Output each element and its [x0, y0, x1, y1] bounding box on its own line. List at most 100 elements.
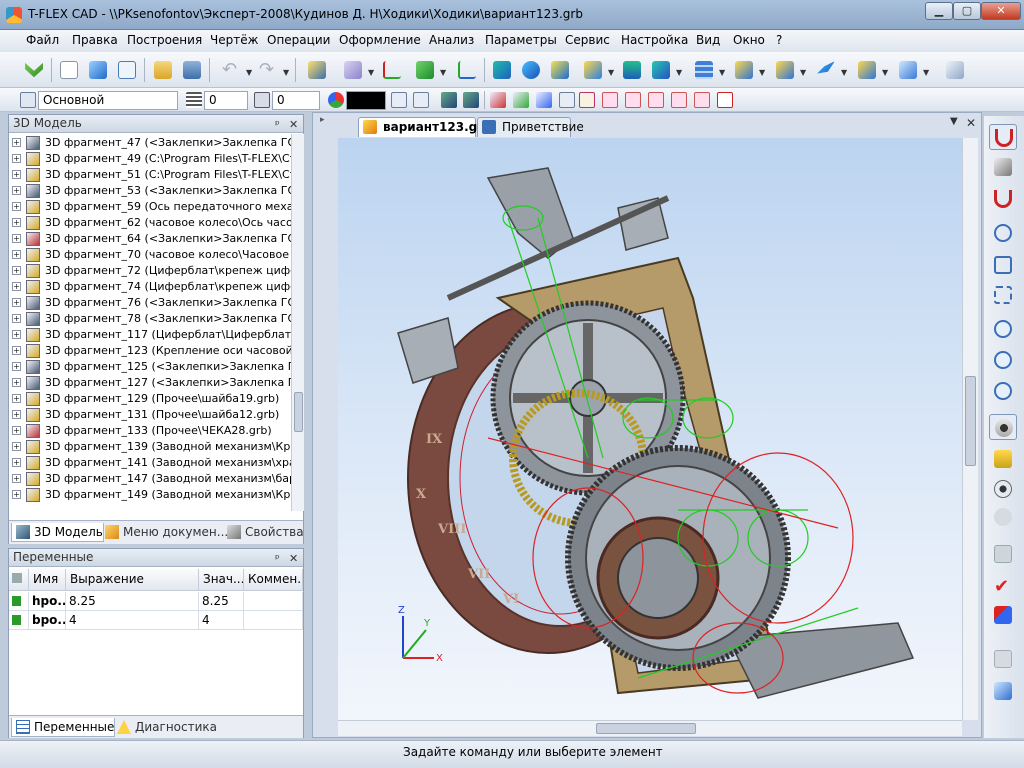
select-operation-icon[interactable]	[579, 92, 595, 108]
tab-diagnostics[interactable]: Диагностика	[113, 718, 217, 737]
menu-view[interactable]: Вид	[696, 33, 720, 47]
pin-icon[interactable]: ᵖ	[275, 550, 280, 567]
panel-close-icon[interactable]: ✕	[289, 550, 298, 567]
select-face-icon[interactable]	[536, 92, 552, 108]
select-body-icon[interactable]	[559, 92, 575, 108]
fit-all-button[interactable]	[989, 252, 1017, 278]
expand-plus-icon[interactable]: +	[12, 282, 21, 291]
tab-variables[interactable]: Переменные	[11, 718, 116, 737]
menu-parameters[interactable]: Параметры	[485, 33, 557, 47]
tree-scrollbar[interactable]	[291, 134, 304, 511]
sheet-metal-dropdown-icon[interactable]: ▼	[923, 68, 929, 77]
filter-icon[interactable]	[391, 92, 407, 108]
expand-plus-icon[interactable]: +	[12, 426, 21, 435]
loft-button[interactable]	[548, 58, 572, 82]
select-all-icon[interactable]	[717, 92, 733, 108]
extrude-button[interactable]	[490, 58, 514, 82]
select-loop-icon[interactable]	[625, 92, 641, 108]
select-solid-icon[interactable]	[671, 92, 687, 108]
shell-button[interactable]	[773, 58, 797, 82]
expand-plus-icon[interactable]: +	[12, 442, 21, 451]
expand-plus-icon[interactable]: +	[12, 362, 21, 371]
fillet-dropdown-icon[interactable]: ▼	[676, 68, 682, 77]
tabs-scroll-icon[interactable]: ▸	[320, 115, 325, 125]
redo-dropdown-icon[interactable]: ▼	[283, 68, 289, 77]
check-model-button[interactable]	[989, 602, 1017, 628]
expand-plus-icon[interactable]: +	[12, 394, 21, 403]
undo-dropdown-icon[interactable]: ▼	[246, 68, 252, 77]
array-button[interactable]	[692, 58, 716, 82]
layer-select[interactable]: Основной	[38, 91, 178, 110]
snap-magnet-button[interactable]	[989, 124, 1017, 150]
select-vertex-icon[interactable]	[490, 92, 506, 108]
tab-welcome[interactable]: Приветствие	[477, 117, 584, 137]
menu-file[interactable]: Файл	[26, 33, 59, 47]
fillet-button[interactable]	[649, 58, 673, 82]
var-comment[interactable]	[244, 592, 303, 611]
var-expression[interactable]: 8.25	[66, 592, 199, 611]
menu-service[interactable]: Сервис	[565, 33, 610, 47]
select-shell-icon[interactable]	[648, 92, 664, 108]
menu-drawing[interactable]: Чертёж	[210, 33, 258, 47]
standard-view-button[interactable]	[989, 678, 1017, 704]
expand-plus-icon[interactable]: +	[12, 298, 21, 307]
zoom-in-button[interactable]	[989, 316, 1017, 342]
priority-input[interactable]: 0	[272, 91, 320, 110]
surface-button[interactable]	[814, 58, 838, 82]
thicken-dropdown-icon[interactable]: ▼	[882, 68, 888, 77]
surface-dropdown-icon[interactable]: ▼	[841, 68, 847, 77]
select-edge-icon[interactable]	[513, 92, 529, 108]
section-button[interactable]	[989, 646, 1017, 672]
level-input[interactable]: 0	[204, 91, 248, 110]
sketch-button[interactable]	[305, 58, 329, 82]
expand-plus-icon[interactable]: +	[12, 234, 21, 243]
column-value[interactable]: Знач...	[199, 569, 244, 591]
column-name[interactable]: Имя	[29, 569, 66, 591]
expand-plus-icon[interactable]: +	[12, 250, 21, 259]
select-element-icon[interactable]	[694, 92, 710, 108]
expand-plus-icon[interactable]: +	[12, 474, 21, 483]
expand-plus-icon[interactable]: +	[12, 346, 21, 355]
menu-edit[interactable]: Правка	[72, 33, 118, 47]
snap-icon[interactable]	[441, 92, 457, 108]
tree-scroll-thumb[interactable]	[294, 392, 303, 432]
shell-dropdown-icon[interactable]: ▼	[800, 68, 806, 77]
zoom-out-button[interactable]	[989, 347, 1017, 373]
document-close-icon[interactable]: ✕	[966, 116, 976, 130]
new-3d-model-button[interactable]	[86, 58, 110, 82]
thicken-button[interactable]	[855, 58, 879, 82]
column-expression[interactable]: Выражение	[66, 569, 199, 591]
options-button[interactable]	[943, 58, 967, 82]
expand-plus-icon[interactable]: +	[12, 458, 21, 467]
save-button[interactable]	[180, 58, 204, 82]
workplane-button[interactable]	[341, 58, 365, 82]
chevron-double-down-button[interactable]	[22, 58, 46, 82]
array-dropdown-icon[interactable]: ▼	[719, 68, 725, 77]
expand-plus-icon[interactable]: +	[12, 170, 21, 179]
snap-magnet-2-button[interactable]	[989, 186, 1017, 212]
profile-dropdown-icon[interactable]: ▼	[440, 68, 446, 77]
walk-button[interactable]	[989, 504, 1017, 530]
tab-properties[interactable]: Свойства	[223, 523, 304, 542]
expand-plus-icon[interactable]: +	[12, 330, 21, 339]
rotate-view-button[interactable]	[989, 414, 1017, 440]
workplane-dropdown-icon[interactable]: ▼	[368, 68, 374, 77]
menu-settings[interactable]: Настройка	[621, 33, 688, 47]
sweep-button[interactable]	[581, 58, 605, 82]
pan-view-button[interactable]	[989, 446, 1017, 472]
expand-plus-icon[interactable]: +	[12, 154, 21, 163]
boolean-button[interactable]	[620, 58, 644, 82]
zoom-window-button[interactable]	[989, 220, 1017, 246]
menu-format[interactable]: Оформление	[339, 33, 421, 47]
var-expression[interactable]: 4	[66, 611, 199, 630]
redo-button[interactable]: ↷	[256, 58, 280, 82]
open-button[interactable]	[151, 58, 175, 82]
expand-plus-icon[interactable]: +	[12, 266, 21, 275]
fit-selected-button[interactable]	[989, 282, 1017, 308]
tab-document-menu[interactable]: Меню докумен...	[101, 523, 228, 542]
viewport-vscroll-thumb[interactable]	[965, 376, 976, 466]
expand-plus-icon[interactable]: +	[12, 490, 21, 499]
var-comment[interactable]	[244, 611, 303, 630]
sweep-dropdown-icon[interactable]: ▼	[608, 68, 614, 77]
cut-button[interactable]	[732, 58, 756, 82]
